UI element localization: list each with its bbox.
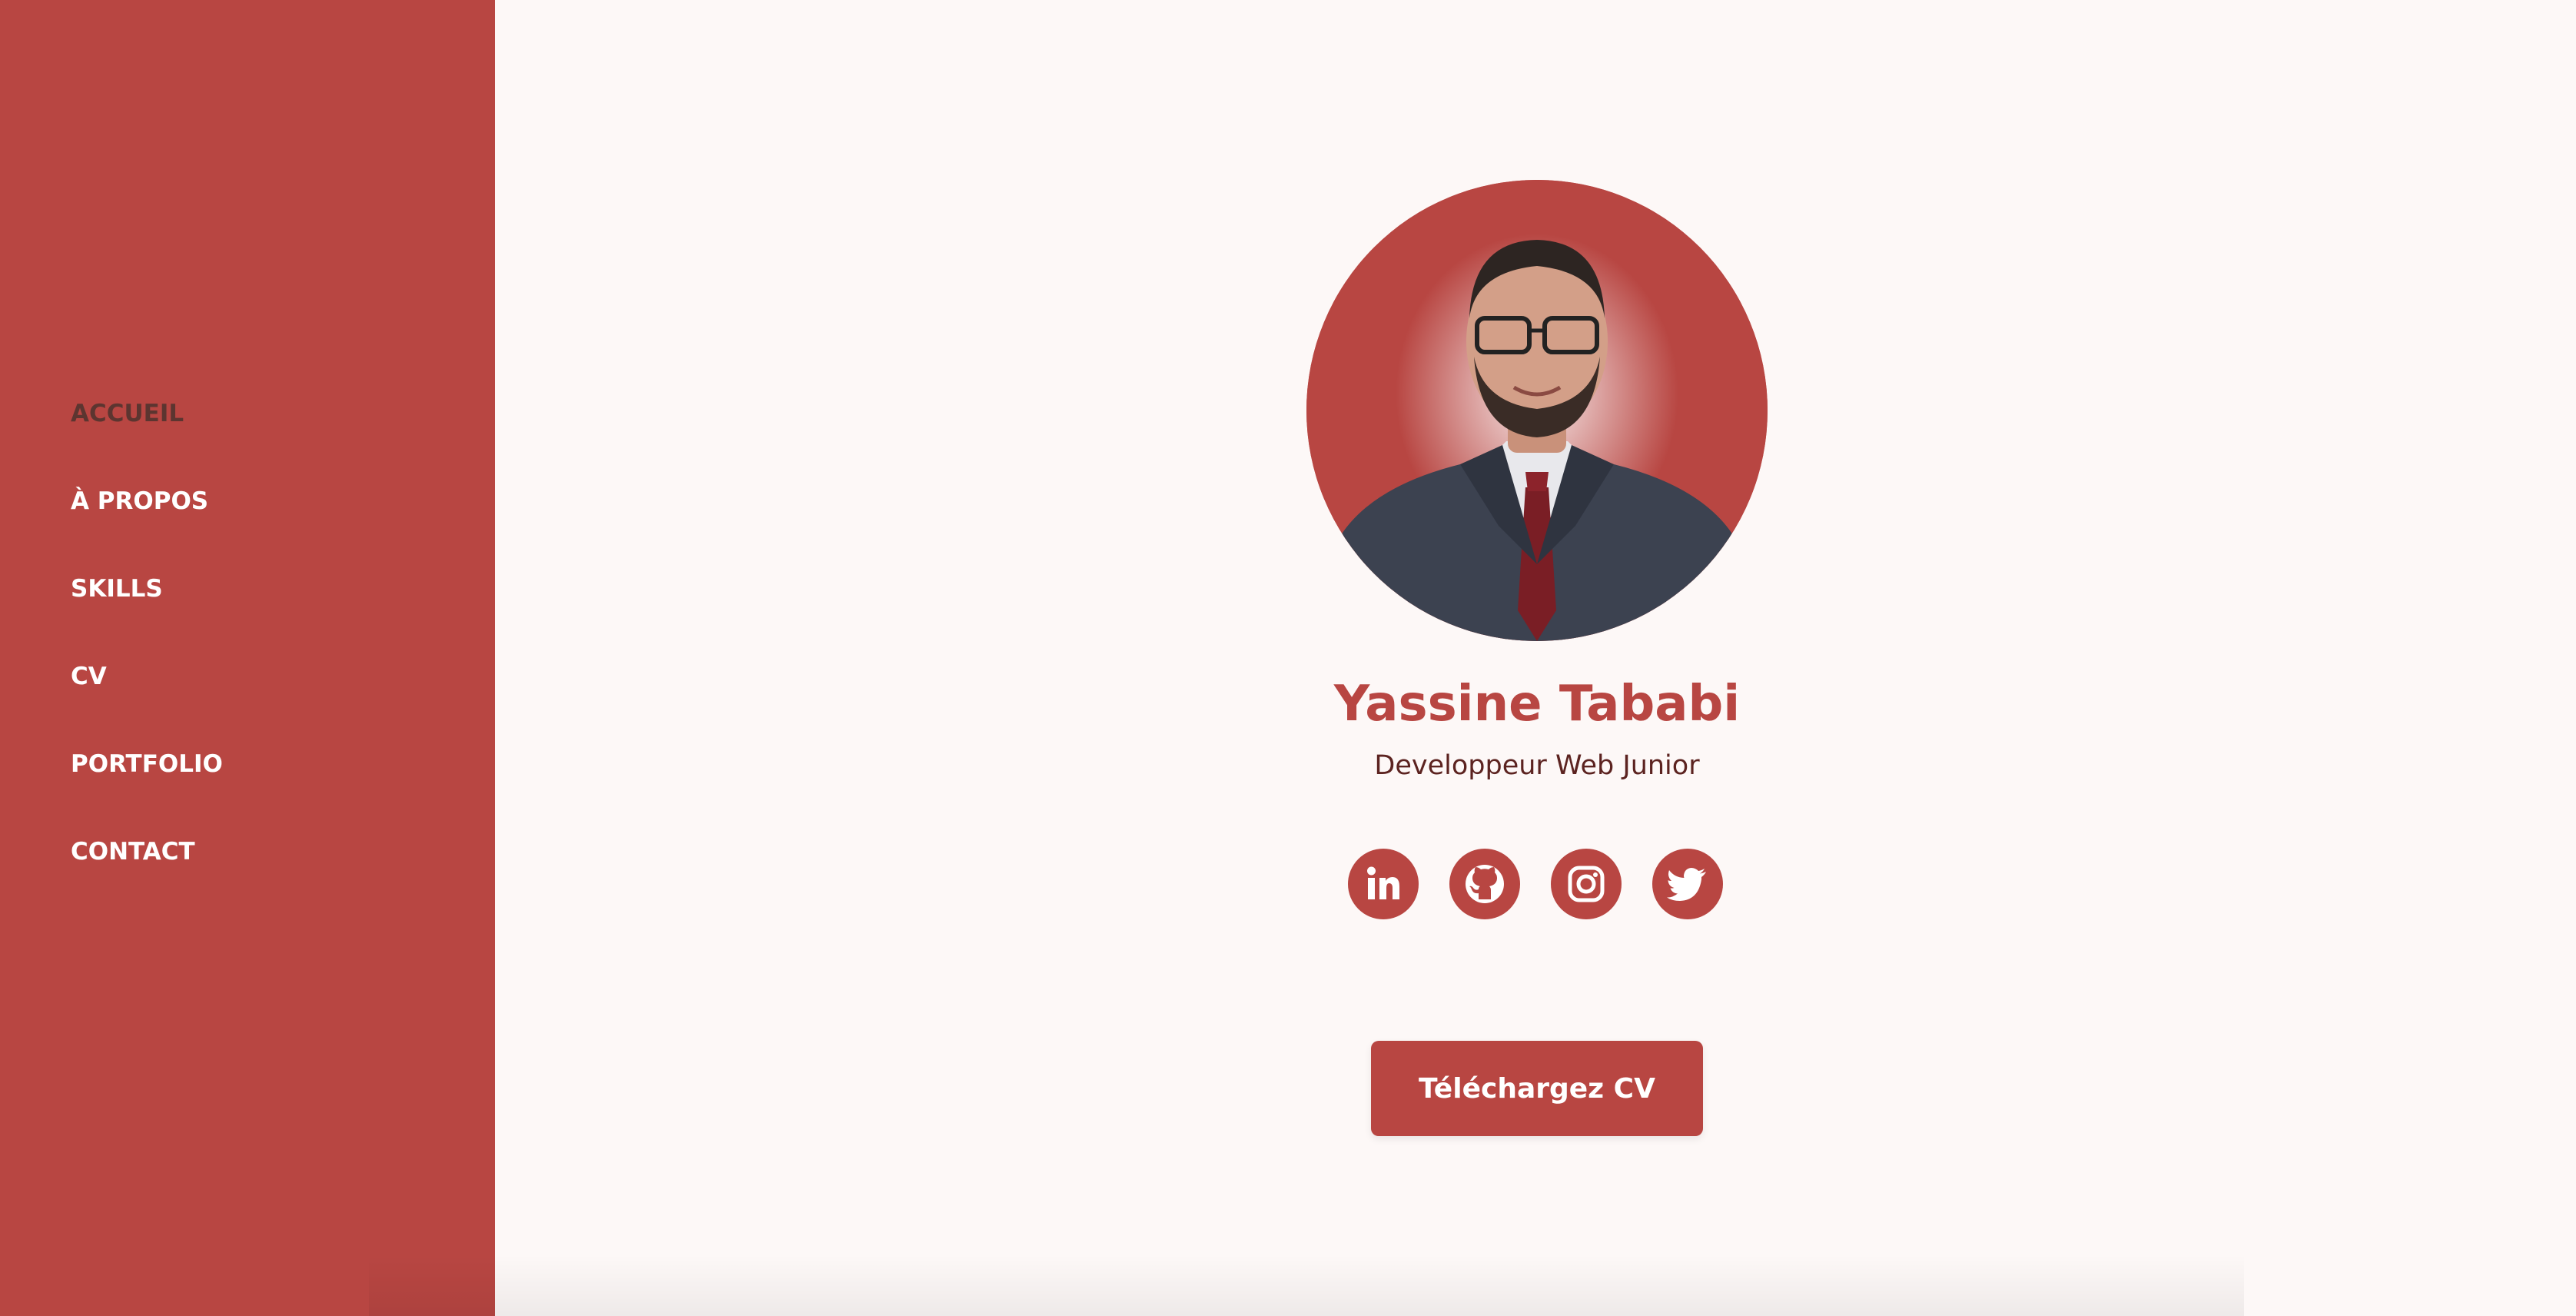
nav-link-contact[interactable]: CONTACT — [71, 830, 195, 873]
download-cv-button[interactable]: Téléchargez CV — [1371, 1041, 1703, 1136]
instagram-link[interactable] — [1551, 849, 1622, 919]
nav-item-accueil: ACCUEIL — [71, 392, 223, 480]
nav-item-contact: CONTACT — [71, 830, 223, 918]
profile-title: Developpeur Web Junior — [1374, 750, 1700, 781]
linkedin-link[interactable] — [1348, 849, 1419, 919]
nav-item-a-propos: À PROPOS — [71, 480, 223, 567]
twitter-icon — [1667, 868, 1706, 901]
profile-photo-illustration — [1306, 180, 1768, 641]
linkedin-icon — [1367, 866, 1399, 899]
nav-link-cv[interactable]: CV — [71, 655, 107, 698]
profile-name: Yassine Tababi — [1333, 676, 1741, 733]
github-link[interactable] — [1449, 849, 1520, 919]
nav-link-a-propos[interactable]: À PROPOS — [71, 480, 208, 523]
main-navigation: ACCUEIL À PROPOS SKILLS CV PORTFOLIO CON… — [71, 392, 223, 918]
nav-link-skills[interactable]: SKILLS — [71, 567, 163, 610]
sidebar: ACCUEIL À PROPOS SKILLS CV PORTFOLIO CON… — [0, 0, 495, 1316]
instagram-icon — [1568, 866, 1605, 902]
nav-link-portfolio[interactable]: PORTFOLIO — [71, 743, 223, 786]
nav-item-skills: SKILLS — [71, 567, 223, 655]
github-icon — [1466, 865, 1504, 903]
nav-item-cv: CV — [71, 655, 223, 743]
nav-item-portfolio: PORTFOLIO — [71, 743, 223, 830]
twitter-link[interactable] — [1652, 849, 1723, 919]
social-links — [1348, 849, 1723, 919]
bottom-shadow — [369, 1255, 2244, 1316]
nav-link-accueil[interactable]: ACCUEIL — [71, 392, 184, 435]
profile-photo — [1306, 180, 1768, 641]
